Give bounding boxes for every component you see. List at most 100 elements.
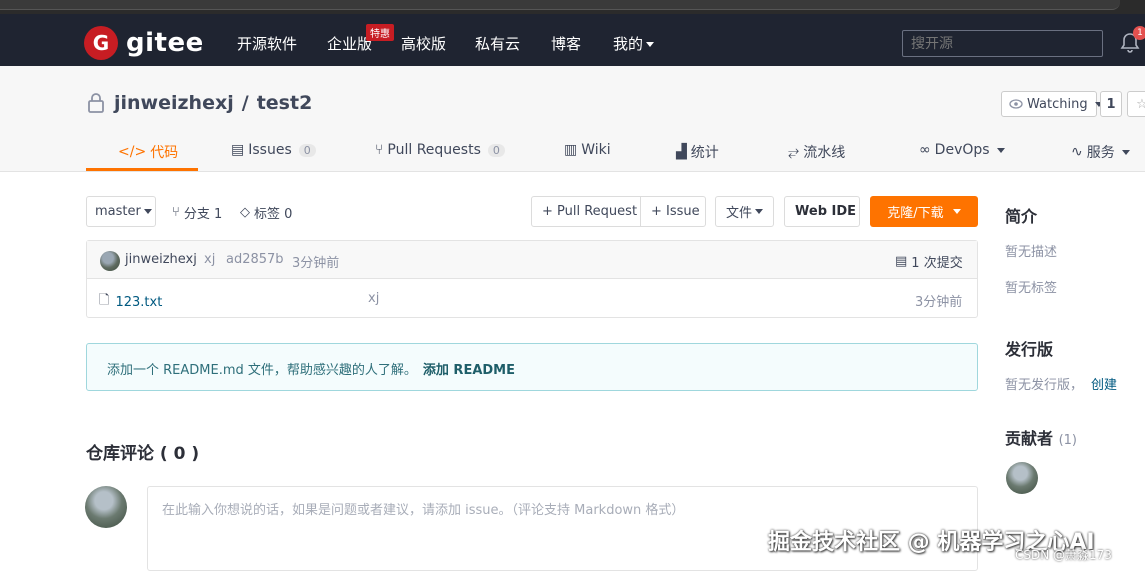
branch-icon: ⑂ [172, 205, 180, 220]
file-menu-button[interactable]: 文件 [715, 196, 774, 227]
contributors-title: 贡献者 (1) [1005, 425, 1077, 449]
comments-title: 仓库评论 ( 0 ) [86, 444, 200, 464]
contributors-count: (1) [1058, 433, 1078, 448]
repo-name-link[interactable]: test2 [257, 92, 313, 114]
address-bar[interactable] [0, 0, 1120, 10]
contributors-label: 贡献者 [1005, 429, 1054, 448]
repo-separator: / [241, 92, 249, 114]
file-icon: 🗋 [99, 293, 110, 308]
no-description-text: 暂无描述 [1005, 245, 1058, 260]
chevron-down-icon [755, 209, 764, 214]
tab-service-label: 服务 [1086, 145, 1115, 161]
tab-stats-label: 统计 [690, 145, 719, 161]
branches-link[interactable]: ⑂ 分支 1 [172, 203, 222, 222]
tab-devops-label: DevOps [934, 142, 990, 158]
repo-header: jinweizhexj / test2 Watching 1 ☆ </> 代码 ▤… [0, 66, 1145, 172]
branch-select[interactable]: master [86, 196, 156, 227]
nav-blog[interactable]: 博客 [551, 33, 581, 54]
readme-notice: 添加一个 README.md 文件，帮助感兴趣的人了解。 添加 README [86, 343, 978, 391]
tab-code[interactable]: </> 代码 [118, 142, 178, 162]
avatar[interactable] [100, 251, 120, 271]
tab-issues[interactable]: ▤ Issues 0 [231, 142, 316, 158]
commit-message[interactable]: xj [204, 252, 215, 267]
web-ide-button[interactable]: Web IDE [784, 196, 860, 227]
file-commit-time: 3分钟前 [915, 295, 963, 310]
gitee-logo-icon: G [84, 26, 118, 60]
tab-pipeline-label: 流水线 [803, 145, 846, 161]
tab-pipeline[interactable]: ⥂ 流水线 [788, 142, 845, 162]
commit-count-label: 1 次提交 [911, 256, 963, 271]
star-button[interactable]: ☆ [1127, 91, 1145, 117]
tab-issues-label: Issues [248, 142, 292, 158]
nav-private-cloud[interactable]: 私有云 [475, 33, 520, 54]
star-icon: ☆ [1136, 96, 1145, 112]
tags-link[interactable]: ◇ 标签 0 [240, 203, 292, 222]
tab-service[interactable]: ∿ 服务 [1071, 142, 1130, 162]
wiki-icon: ▥ [564, 142, 578, 158]
tab-devops[interactable]: ∞ DevOps [919, 142, 1005, 158]
chevron-down-icon [143, 209, 152, 214]
file-name-link[interactable]: 123.txt [115, 295, 162, 310]
chevron-down-icon [952, 209, 961, 214]
add-readme-link[interactable]: 添加 README [423, 363, 515, 378]
tab-code-label: 代码 [150, 145, 179, 161]
tab-pr-count: 0 [487, 143, 505, 157]
readme-notice-text: 添加一个 README.md 文件，帮助感兴趣的人了解。 [107, 363, 417, 378]
latest-commit-row: jinweizhexj xj ad2857b 3分钟前 ▤ 1 次提交 [87, 241, 977, 279]
tags-label: 标签 0 [254, 207, 293, 222]
gitee-logo[interactable]: G gitee [84, 26, 204, 60]
lock-icon [86, 92, 106, 114]
browser-tab-strip [0, 0, 1145, 14]
file-commit-message[interactable]: xj [368, 291, 379, 306]
code-icon: </> [118, 144, 147, 160]
issues-icon: ▤ [231, 142, 245, 158]
commit-hash-link[interactable]: ad2857b [226, 252, 284, 267]
nav-open-source[interactable]: 开源软件 [237, 33, 297, 54]
search-input[interactable] [902, 30, 1103, 57]
chevron-down-icon [1121, 149, 1130, 155]
tag-icon: ◇ [240, 205, 250, 220]
file-menu-label: 文件 [726, 206, 753, 221]
commit-icon: ▤ [895, 254, 908, 269]
tab-wiki-label: Wiki [581, 142, 611, 158]
release-title: 发行版 [1005, 340, 1054, 359]
new-pull-request-button[interactable]: + Pull Request [531, 196, 641, 227]
clone-download-button[interactable]: 克隆/下载 [870, 196, 978, 227]
branches-label: 分支 1 [183, 207, 223, 222]
gitee-logo-text: gitee [126, 28, 204, 58]
tab-wiki[interactable]: ▥ Wiki [564, 142, 611, 158]
avatar[interactable] [1006, 462, 1038, 494]
commit-author-link[interactable]: jinweizhexj [125, 252, 197, 267]
service-icon: ∿ [1071, 144, 1083, 160]
intro-title: 简介 [1005, 207, 1038, 226]
no-tags-text: 暂无标签 [1005, 281, 1058, 296]
new-issue-button[interactable]: + Issue [640, 196, 706, 227]
create-release-link[interactable]: 创建 [1091, 378, 1117, 393]
active-tab-indicator [86, 168, 198, 171]
devops-icon: ∞ [919, 142, 931, 158]
watermark-subtext: CSDN @萧淼173 [1015, 548, 1112, 562]
table-row[interactable]: 🗋 123.txt [99, 291, 162, 313]
notification-badge: 1 [1133, 26, 1145, 40]
no-release-text: 暂无发行版， 创建 [1005, 374, 1117, 393]
watch-count[interactable]: 1 [1100, 91, 1122, 117]
commit-count-link[interactable]: ▤ 1 次提交 [895, 252, 963, 271]
tab-pr-label: Pull Requests [387, 142, 481, 158]
watch-label: Watching [1027, 96, 1088, 112]
pipeline-icon: ⥂ [788, 144, 800, 160]
avatar [85, 486, 127, 528]
eye-icon [1009, 99, 1023, 109]
tab-pull-requests[interactable]: ⑂ Pull Requests 0 [375, 142, 505, 158]
watch-button[interactable]: Watching [1001, 91, 1103, 117]
file-list: jinweizhexj xj ad2857b 3分钟前 ▤ 1 次提交 🗋 123.… [86, 240, 978, 318]
repo-owner-link[interactable]: jinweizhexj [114, 92, 234, 114]
clone-download-label: 克隆/下载 [887, 206, 944, 221]
tab-stats[interactable]: ▟ 统计 [676, 142, 719, 162]
nav-mine[interactable]: 我的 [613, 33, 655, 54]
no-release-label: 暂无发行版， [1005, 378, 1084, 393]
nav-education[interactable]: 高校版 [401, 33, 446, 54]
chevron-down-icon [646, 42, 655, 47]
promo-badge: 特惠 [366, 24, 394, 41]
tab-issues-count: 0 [298, 143, 316, 157]
commit-time: 3分钟前 [292, 256, 340, 271]
